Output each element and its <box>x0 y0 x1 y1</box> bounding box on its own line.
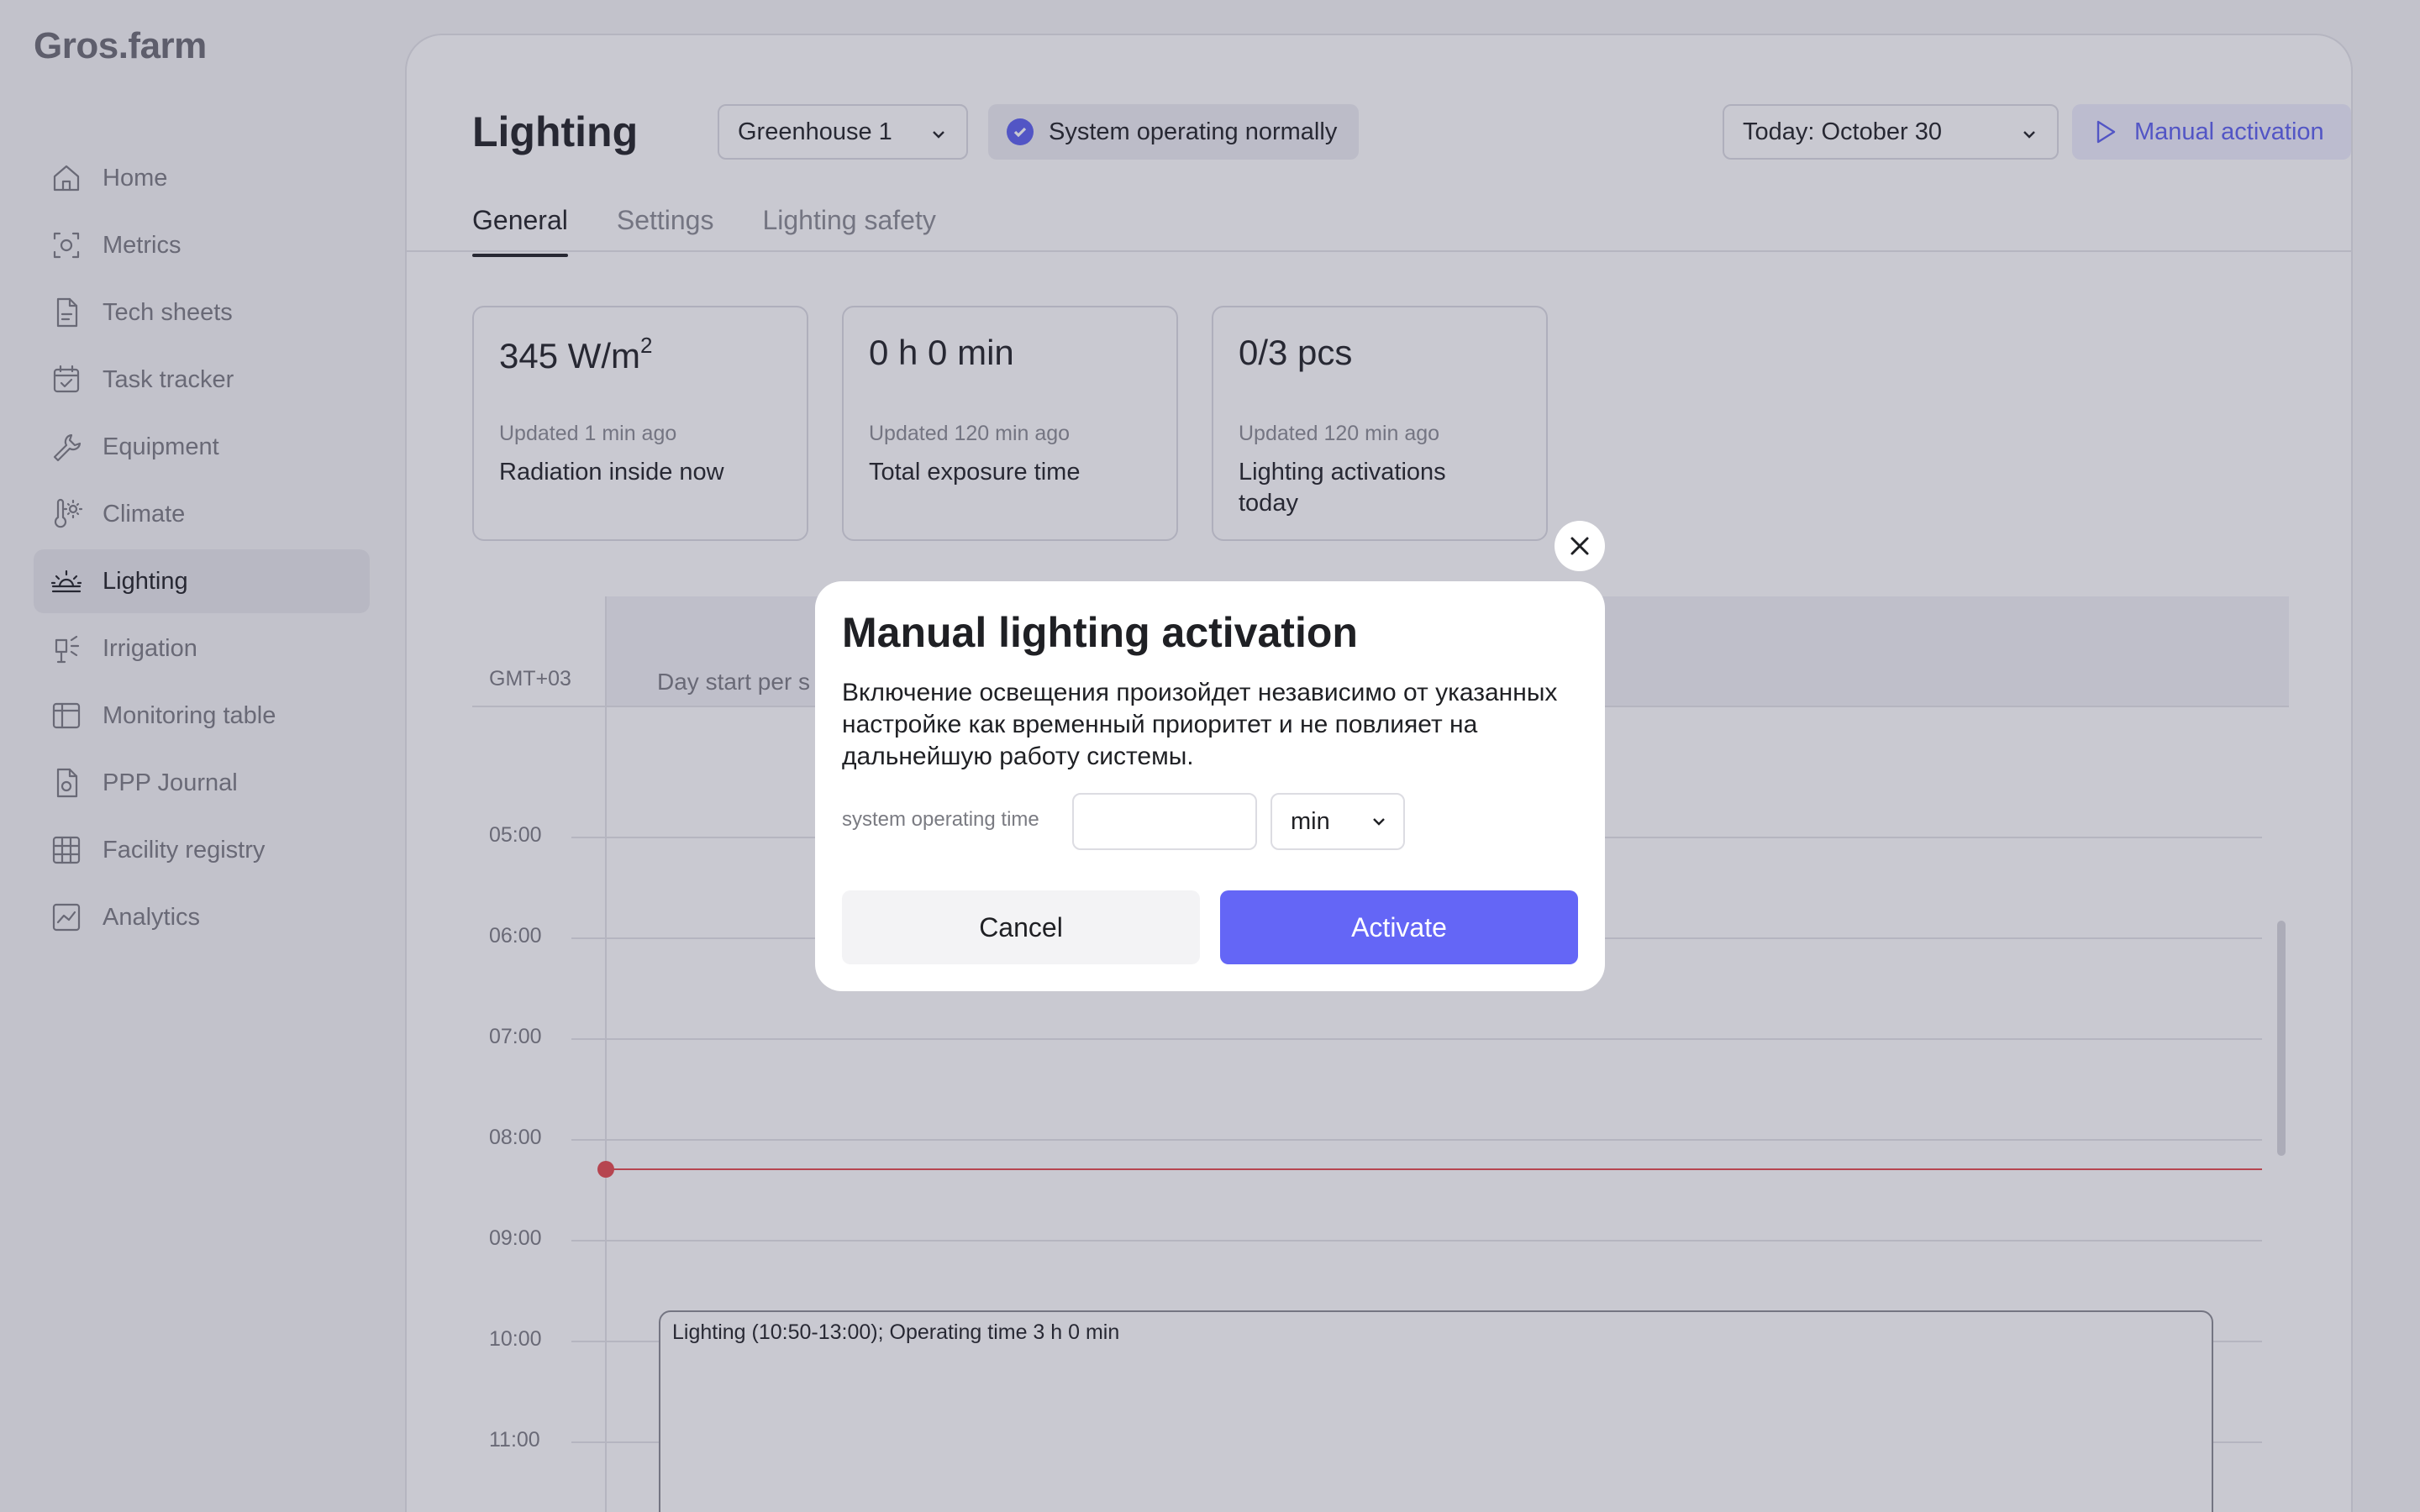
cancel-button[interactable]: Cancel <box>842 890 1200 964</box>
operating-time-label: system operating time <box>842 808 1039 831</box>
close-icon <box>1570 537 1589 555</box>
modal-close-button[interactable] <box>1555 521 1605 571</box>
operating-time-input[interactable] <box>1072 793 1257 850</box>
modal-title: Manual lighting activation <box>842 609 1358 656</box>
modal-description: Включение освещения произойдет независим… <box>842 679 1558 770</box>
time-unit-select[interactable]: min <box>1270 793 1405 850</box>
manual-activation-modal: Manual lighting activation Включение осв… <box>815 581 1605 991</box>
time-unit-value: min <box>1291 807 1330 835</box>
chevron-down-icon <box>1373 818 1385 826</box>
activate-button[interactable]: Activate <box>1220 890 1578 964</box>
